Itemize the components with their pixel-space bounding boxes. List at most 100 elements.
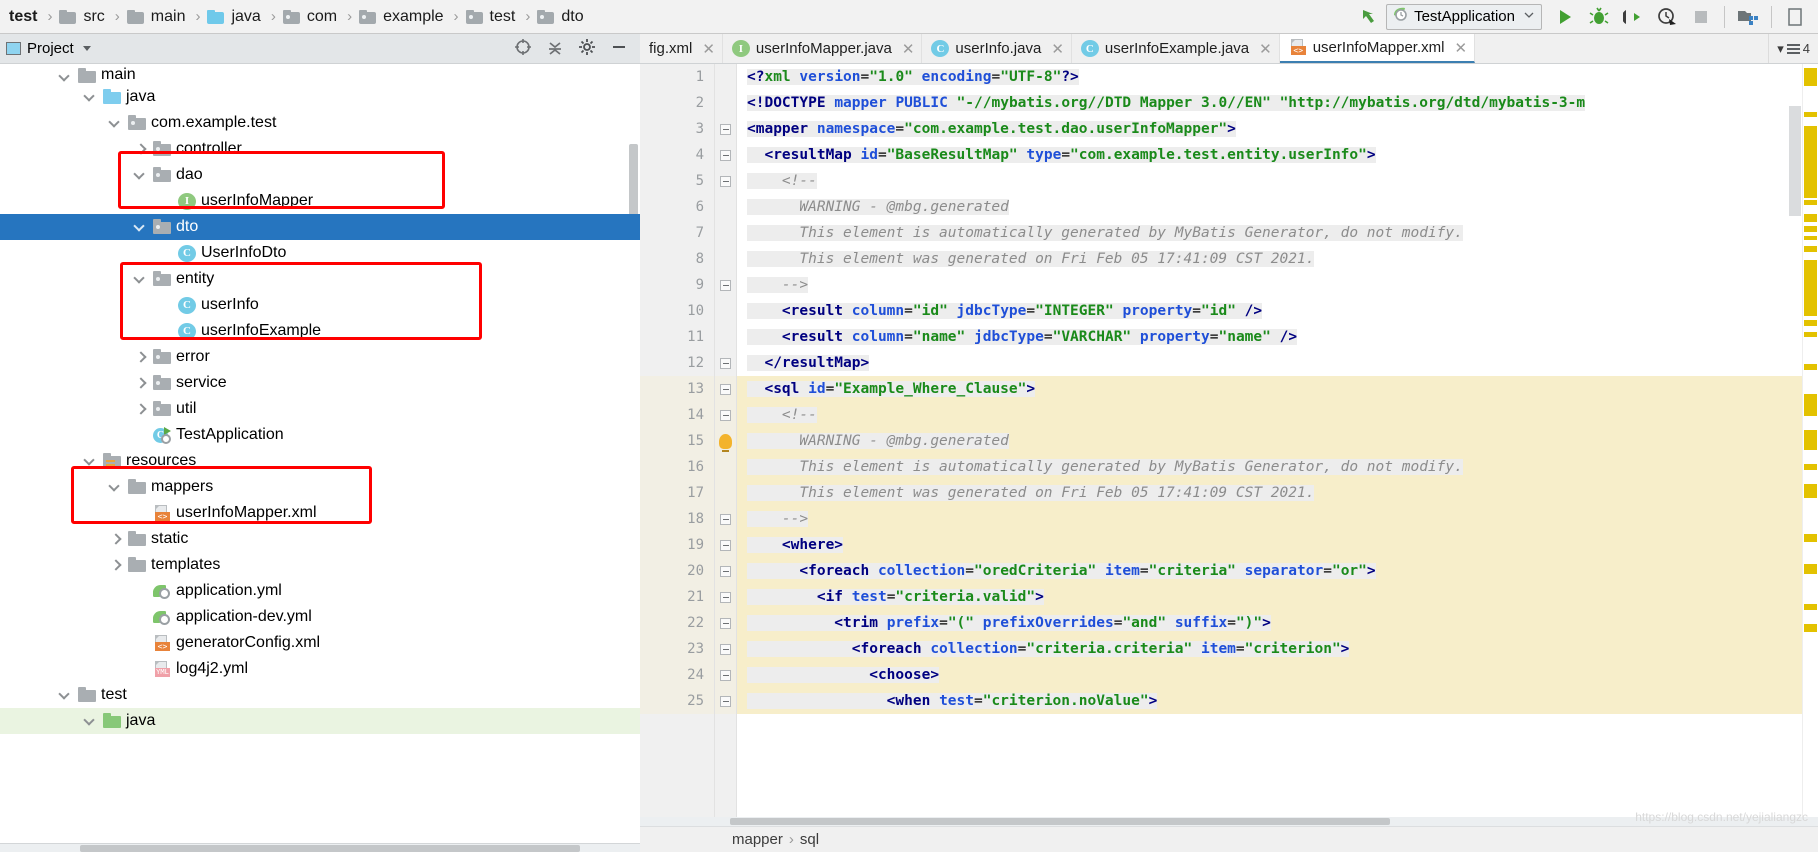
- tab-list-icon[interactable]: [1786, 42, 1800, 56]
- tree-node-mappers[interactable]: mappers: [0, 474, 640, 500]
- breadcrumb-item-com[interactable]: com: [281, 8, 342, 26]
- close-icon[interactable]: ✕: [898, 40, 915, 58]
- chevron-down-icon[interactable]: [58, 688, 72, 702]
- code-line[interactable]: This element was generated on Fri Feb 05…: [737, 480, 1802, 506]
- run-with-coverage-button[interactable]: [1616, 2, 1650, 32]
- more-tools-icon[interactable]: [1778, 2, 1812, 32]
- collapse-all-icon[interactable]: [546, 38, 564, 60]
- fold-toggle[interactable]: [715, 558, 736, 584]
- close-icon[interactable]: ✕: [1047, 40, 1064, 58]
- error-stripe-marks[interactable]: [1802, 64, 1818, 817]
- chevron-down-icon[interactable]: [133, 168, 147, 182]
- code-folding-gutter[interactable]: [715, 64, 737, 817]
- chevron-down-icon[interactable]: [82, 46, 91, 51]
- chevron-down-icon[interactable]: [108, 116, 122, 130]
- code-line[interactable]: <if test="criteria.valid">: [737, 584, 1802, 610]
- code-line[interactable]: This element is automatically generated …: [737, 454, 1802, 480]
- tree-node-com.example.test[interactable]: com.example.test: [0, 110, 640, 136]
- code-line[interactable]: <resultMap id="BaseResultMap" type="com.…: [737, 142, 1802, 168]
- error-stripe-mark[interactable]: [1804, 320, 1817, 326]
- error-stripe-mark[interactable]: [1804, 564, 1817, 574]
- tree-node-log4j2.yml[interactable]: YML log4j2.yml: [0, 656, 640, 682]
- error-stripe-mark[interactable]: [1804, 126, 1817, 198]
- error-stripe-mark[interactable]: [1804, 260, 1817, 316]
- code-line[interactable]: <mapper namespace="com.example.test.dao.…: [737, 116, 1802, 142]
- breadcrumb-item-src[interactable]: src: [57, 8, 109, 26]
- tree-node-entity[interactable]: entity: [0, 266, 640, 292]
- back-arrow-icon[interactable]: [1352, 2, 1386, 32]
- code-line[interactable]: <!--: [737, 168, 1802, 194]
- code-line[interactable]: This element is automatically generated …: [737, 220, 1802, 246]
- editor-tab-userInfo.java[interactable]: CuserInfo.java ✕: [922, 34, 1072, 63]
- code-line[interactable]: <sql id="Example_Where_Clause">: [737, 376, 1802, 402]
- editor-breadcrumb[interactable]: mapper › sql: [640, 826, 1818, 852]
- chevron-down-icon[interactable]: [1523, 8, 1535, 25]
- breadcrumb-item-example[interactable]: example: [357, 8, 448, 26]
- chevron-down-icon[interactable]: [133, 220, 147, 234]
- code-line[interactable]: </resultMap>: [737, 350, 1802, 376]
- error-stripe-mark[interactable]: [1804, 332, 1817, 337]
- error-stripe-mark[interactable]: [1804, 394, 1817, 416]
- editor-tab-userInfoMapper.xml[interactable]: <> userInfoMapper.xml ✕: [1279, 34, 1476, 63]
- tree-node-dao[interactable]: dao: [0, 162, 640, 188]
- tree-node-service[interactable]: service: [0, 370, 640, 396]
- code-line[interactable]: WARNING - @mbg.generated: [737, 428, 1802, 454]
- chevron-right-icon[interactable]: [108, 558, 122, 572]
- chevron-right-icon[interactable]: [133, 376, 147, 390]
- tree-node-application.yml[interactable]: application.yml: [0, 578, 640, 604]
- run-configuration-selector[interactable]: TestApplication: [1386, 3, 1542, 30]
- editor-vertical-scrollbar[interactable]: [1789, 106, 1801, 216]
- fold-toggle[interactable]: [715, 584, 736, 610]
- chevron-down-icon[interactable]: [58, 70, 72, 84]
- close-icon[interactable]: ✕: [1255, 40, 1272, 58]
- tab-overflow-control[interactable]: ▾ 4: [1768, 34, 1818, 63]
- editor-tab-userInfoMapper.java[interactable]: IuserInfoMapper.java ✕: [722, 34, 923, 63]
- fold-toggle[interactable]: [715, 142, 736, 168]
- breadcrumb-item-sql[interactable]: sql: [800, 831, 819, 848]
- chevron-down-icon[interactable]: [83, 714, 97, 728]
- fold-toggle[interactable]: [715, 168, 736, 194]
- breadcrumb-item-test[interactable]: test: [464, 8, 521, 26]
- code-line[interactable]: <foreach collection="oredCriteria" item=…: [737, 558, 1802, 584]
- code-line[interactable]: <when test="criterion.noValue">: [737, 688, 1802, 714]
- tree-node-userInfoMapper.xml[interactable]: <> userInfoMapper.xml: [0, 500, 640, 526]
- project-panel-title[interactable]: Project: [6, 40, 91, 57]
- tree-node-dto[interactable]: dto: [0, 214, 640, 240]
- breadcrumb-item-main[interactable]: main: [125, 8, 191, 26]
- tree-node-userInfo[interactable]: CuserInfo: [0, 292, 640, 318]
- error-stripe-mark[interactable]: [1804, 226, 1817, 232]
- run-button[interactable]: [1548, 2, 1582, 32]
- error-stripe-mark[interactable]: [1804, 364, 1817, 370]
- error-stripe-mark[interactable]: [1804, 464, 1817, 470]
- chevron-right-icon[interactable]: [108, 532, 122, 546]
- profiler-button[interactable]: [1650, 2, 1684, 32]
- fold-toggle[interactable]: [715, 662, 736, 688]
- code-line[interactable]: <result column="id" jdbcType="INTEGER" p…: [737, 298, 1802, 324]
- fold-toggle[interactable]: [715, 636, 736, 662]
- tree-node-templates[interactable]: templates: [0, 552, 640, 578]
- code-line[interactable]: This element was generated on Fri Feb 05…: [737, 246, 1802, 272]
- error-stripe-mark[interactable]: [1804, 604, 1817, 610]
- fold-toggle[interactable]: [715, 116, 736, 142]
- tree-node-generatorConfig.xml[interactable]: <> generatorConfig.xml: [0, 630, 640, 656]
- code-line[interactable]: -->: [737, 272, 1802, 298]
- code-line[interactable]: <choose>: [737, 662, 1802, 688]
- stop-button[interactable]: [1684, 2, 1718, 32]
- breadcrumb-item-mapper[interactable]: mapper: [732, 831, 783, 848]
- code-line[interactable]: <!--: [737, 402, 1802, 428]
- chevron-down-icon[interactable]: [108, 480, 122, 494]
- error-stripe-mark[interactable]: [1804, 624, 1817, 632]
- editor-tab-userInfoExample.java[interactable]: CuserInfoExample.java ✕: [1071, 34, 1280, 63]
- fold-toggle[interactable]: [715, 272, 736, 298]
- tree-node-userInfoMapper[interactable]: IuserInfoMapper: [0, 188, 640, 214]
- chevron-right-icon[interactable]: [133, 402, 147, 416]
- close-icon[interactable]: ✕: [698, 40, 715, 58]
- editor-tab-fig.xml[interactable]: fig.xml ✕: [640, 34, 723, 63]
- fold-toggle[interactable]: [715, 688, 736, 714]
- tree-node-application-dev.yml[interactable]: application-dev.yml: [0, 604, 640, 630]
- chevron-right-icon[interactable]: [133, 350, 147, 364]
- debug-button[interactable]: [1582, 2, 1616, 32]
- error-stripe-mark[interactable]: [1804, 68, 1817, 86]
- tree-node-UserInfoDto[interactable]: C UserInfoDto: [0, 240, 640, 266]
- hide-icon[interactable]: [610, 38, 628, 60]
